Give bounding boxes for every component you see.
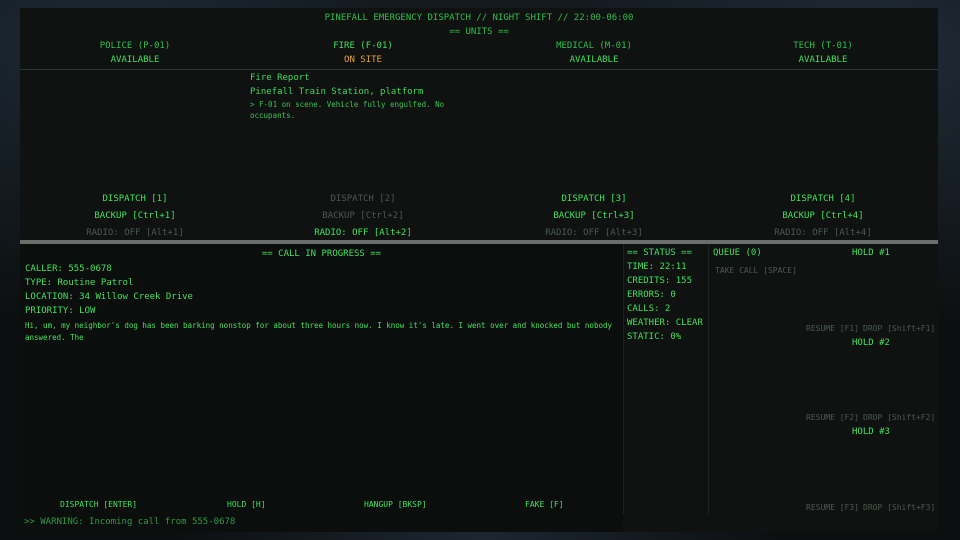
status-static: STATIC: 0% — [627, 332, 682, 342]
hold-2-label: HOLD #2 — [852, 338, 890, 348]
dispatch-fire-button[interactable]: DISPATCH [2] — [248, 194, 478, 205]
tech-actions: DISPATCH [4] BACKUP [Ctrl+4] RADIO: OFF … — [708, 194, 938, 239]
dispatch-tech-button[interactable]: DISPATCH [4] — [708, 194, 938, 205]
status-queue-separator — [708, 244, 709, 514]
status-calls: CALLS: 2 — [627, 304, 671, 314]
call-caller: CALLER: 555-0678 — [25, 264, 112, 274]
unit-police-name: POLICE (P-01) — [99, 41, 171, 51]
radio-fire-toggle[interactable]: RADIO: OFF [Alt+2] — [248, 228, 478, 239]
unit-medical-status: AVAILABLE — [569, 55, 619, 65]
unit-police-status: AVAILABLE — [110, 55, 160, 65]
hold-3-resume-button[interactable]: RESUME [F3] — [806, 502, 859, 513]
hold-call-button[interactable]: HOLD [H] — [227, 499, 266, 510]
fire-report-detail: > F-01 on scene. Vehicle fully engulfed.… — [250, 100, 445, 120]
call-location: LOCATION: 34 Willow Creek Drive — [25, 292, 193, 302]
radio-police-toggle[interactable]: RADIO: OFF [Alt+1] — [20, 228, 250, 239]
fire-report-location: Pinefall Train Station, platform — [250, 87, 424, 97]
unit-medical-name: MEDICAL (M-01) — [556, 41, 632, 51]
status-weather: WEATHER: CLEAR — [627, 318, 703, 328]
call-transcript-line-2: answered. The — [25, 333, 84, 342]
dispatch-police-button[interactable]: DISPATCH [1] — [20, 194, 250, 205]
unit-medical: MEDICAL (M-01) AVAILABLE — [479, 41, 709, 66]
backup-fire-button[interactable]: BACKUP [Ctrl+2] — [248, 211, 478, 222]
unit-fire-name: FIRE (F-01) — [333, 41, 393, 51]
status-credits: CREDITS: 155 — [627, 276, 693, 286]
unit-fire-status: ON SITE — [344, 55, 382, 65]
medical-actions: DISPATCH [3] BACKUP [Ctrl+3] RADIO: OFF … — [479, 194, 709, 239]
status-time: TIME: 22:11 — [627, 262, 687, 272]
hold-1-resume-button[interactable]: RESUME [F1] — [806, 323, 859, 334]
status-heading: == STATUS == — [627, 248, 693, 258]
hold-2-resume-button[interactable]: RESUME [F2] — [806, 412, 859, 423]
backup-police-button[interactable]: BACKUP [Ctrl+1] — [20, 211, 250, 222]
units-heading: == UNITS == — [449, 27, 509, 37]
status-errors: ERRORS: 0 — [627, 290, 676, 300]
unit-police: POLICE (P-01) AVAILABLE — [20, 41, 250, 66]
radio-medical-toggle[interactable]: RADIO: OFF [Alt+3] — [479, 228, 709, 239]
units-divider — [20, 69, 938, 70]
hold-3-label: HOLD #3 — [852, 427, 890, 437]
police-actions: DISPATCH [1] BACKUP [Ctrl+1] RADIO: OFF … — [20, 194, 250, 239]
page-title: PINEFALL EMERGENCY DISPATCH // NIGHT SHI… — [324, 13, 634, 23]
fake-call-button[interactable]: FAKE [F] — [525, 499, 564, 510]
unit-tech: TECH (T-01) AVAILABLE — [708, 41, 938, 66]
unit-fire: FIRE (F-01) ON SITE — [248, 41, 478, 66]
take-call-button[interactable]: TAKE CALL [SPACE] — [715, 265, 797, 276]
call-type: TYPE: Routine Patrol — [25, 278, 134, 288]
backup-medical-button[interactable]: BACKUP [Ctrl+3] — [479, 211, 709, 222]
hold-1-label: HOLD #1 — [852, 248, 890, 258]
radio-tech-toggle[interactable]: RADIO: OFF [Alt+4] — [708, 228, 938, 239]
hangup-button[interactable]: HANGUP [BKSP] — [364, 499, 427, 510]
backup-tech-button[interactable]: BACKUP [Ctrl+4] — [708, 211, 938, 222]
fire-report: Fire Report Pinefall Train Station, plat… — [250, 71, 460, 121]
call-transcript-line-1: Hi, um, my neighbor's dog has been barki… — [25, 321, 612, 330]
dispatch-terminal: PINEFALL EMERGENCY DISPATCH // NIGHT SHI… — [20, 8, 938, 532]
hold-3-drop-button[interactable]: DROP [Shift+F3] — [863, 502, 935, 513]
incoming-call-warning: >> WARNING: Incoming call from 555-0678 — [24, 517, 236, 527]
hold-1-drop-button[interactable]: DROP [Shift+F1] — [863, 323, 935, 334]
hold-2-drop-button[interactable]: DROP [Shift+F2] — [863, 412, 935, 423]
dispatch-medical-button[interactable]: DISPATCH [3] — [479, 194, 709, 205]
queue-heading: QUEUE (0) — [713, 248, 762, 258]
call-status-separator — [623, 244, 624, 514]
call-priority: PRIORITY: LOW — [25, 306, 96, 316]
fire-report-title: Fire Report — [250, 73, 310, 83]
unit-tech-name: TECH (T-01) — [793, 41, 853, 51]
dispatch-call-button[interactable]: DISPATCH [ENTER] — [60, 499, 137, 510]
unit-tech-status: AVAILABLE — [798, 55, 848, 65]
call-heading: == CALL IN PROGRESS == — [261, 249, 382, 259]
fire-actions: DISPATCH [2] BACKUP [Ctrl+2] RADIO: OFF … — [248, 194, 478, 239]
